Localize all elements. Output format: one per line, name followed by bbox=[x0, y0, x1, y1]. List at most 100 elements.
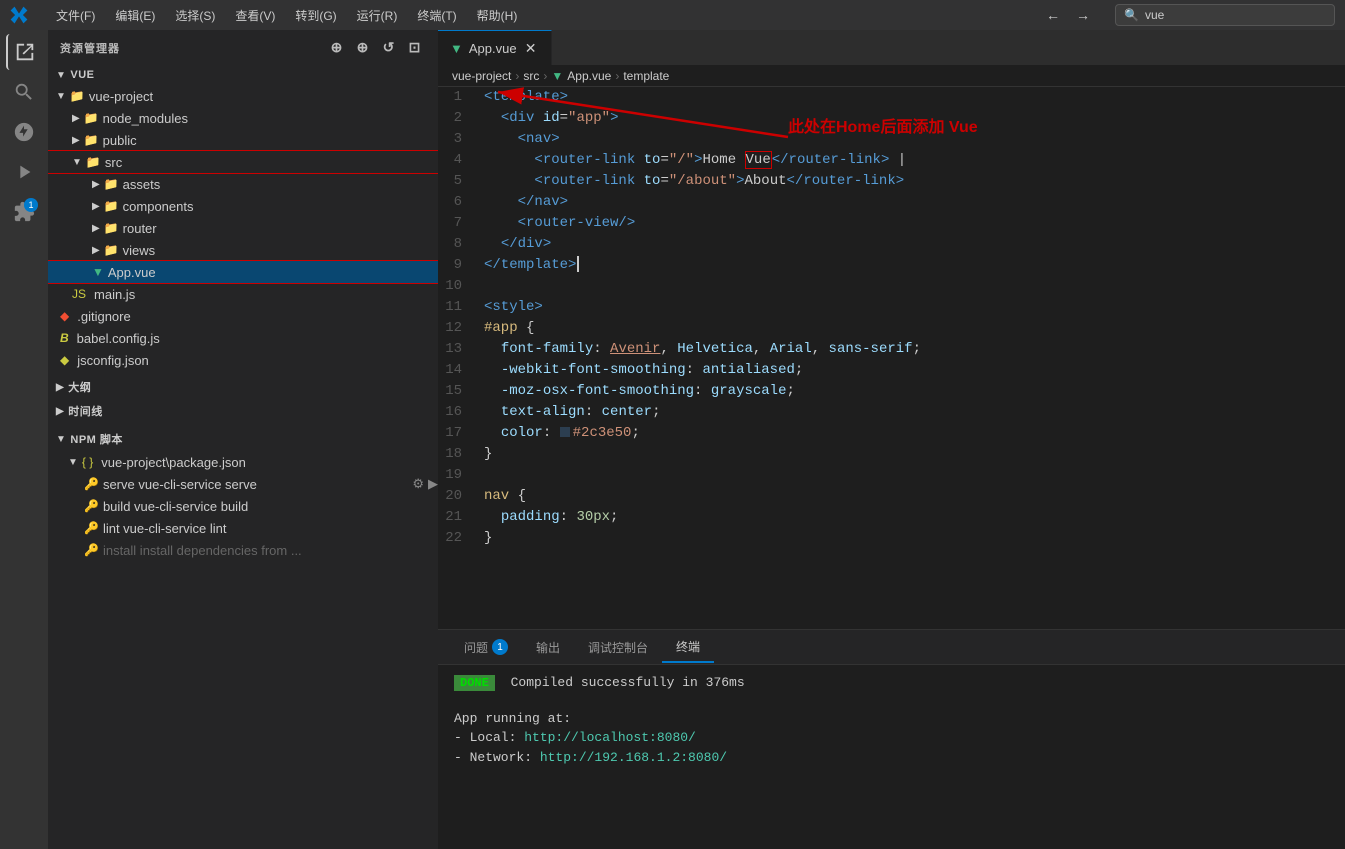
code-line-3: 3 <nav> bbox=[438, 129, 1345, 150]
vue-label: VUE bbox=[70, 69, 94, 81]
braces-icon: { } bbox=[82, 455, 93, 469]
problems-label: 问题 bbox=[464, 639, 488, 656]
line-content-1: <template> bbox=[478, 87, 1345, 108]
line-content-9: </template> bbox=[478, 255, 1345, 276]
activity-extensions[interactable]: 1 bbox=[6, 194, 42, 230]
new-folder-icon[interactable]: ⊕ bbox=[352, 37, 374, 59]
breadcrumb: vue-project › src › ▼ App.vue › template bbox=[438, 65, 1345, 87]
menu-help[interactable]: 帮助(H) bbox=[469, 5, 526, 26]
activity-git[interactable] bbox=[6, 114, 42, 150]
tree-components[interactable]: ▶ 📁 components bbox=[48, 195, 438, 217]
line-num-8: 8 bbox=[438, 234, 478, 255]
gitignore-label: .gitignore bbox=[77, 309, 130, 324]
section-npm[interactable]: ▼ NPM 脚本 bbox=[48, 427, 438, 451]
tree-src[interactable]: ▼ 📁 src bbox=[48, 151, 438, 173]
section-outline[interactable]: ▶ 大纲 bbox=[48, 375, 438, 399]
refresh-icon[interactable]: ↺ bbox=[378, 37, 400, 59]
tree-install[interactable]: 🔑 install install dependencies from ... bbox=[48, 539, 438, 561]
menu-goto[interactable]: 转到(G) bbox=[287, 5, 344, 26]
tab-problems[interactable]: 问题 1 bbox=[450, 633, 522, 662]
menu-view[interactable]: 查看(V) bbox=[227, 5, 283, 26]
tree-jsconfig[interactable]: ◆ jsconfig.json bbox=[48, 349, 438, 371]
tree-vue-project[interactable]: ▼ 📁 vue-project bbox=[48, 85, 438, 107]
tree-router[interactable]: ▶ 📁 router bbox=[48, 217, 438, 239]
tree-main-js[interactable]: JS main.js bbox=[48, 283, 438, 305]
tab-output[interactable]: 输出 bbox=[522, 633, 574, 662]
serve-gear-icon[interactable]: ⚙ bbox=[412, 476, 424, 492]
code-line-18: 18 } bbox=[438, 444, 1345, 465]
code-line-13: 13 font-family: Avenir, Helvetica, Arial… bbox=[438, 339, 1345, 360]
project-chevron: ▼ bbox=[56, 91, 66, 102]
terminal-local-line: - Local: http://localhost:8080/ bbox=[454, 728, 1329, 748]
line-content-10 bbox=[478, 276, 1345, 297]
menu-run[interactable]: 运行(R) bbox=[349, 5, 406, 26]
collapse-icon[interactable]: ⊡ bbox=[404, 37, 426, 59]
nav-forward-button[interactable]: → bbox=[1071, 3, 1095, 27]
tree-public[interactable]: ▶ 📁 public bbox=[48, 129, 438, 151]
tree-serve[interactable]: 🔑 serve vue-cli-service serve ⚙ ▶ bbox=[48, 473, 438, 495]
menu-file[interactable]: 文件(F) bbox=[48, 5, 103, 26]
line-num-17: 17 bbox=[438, 423, 478, 444]
line-num-19: 19 bbox=[438, 465, 478, 486]
tree-babel[interactable]: B babel.config.js bbox=[48, 327, 438, 349]
menu-select[interactable]: 选择(S) bbox=[167, 5, 223, 26]
tree-views[interactable]: ▶ 📁 views bbox=[48, 239, 438, 261]
serve-run-icon[interactable]: ▶ bbox=[428, 476, 438, 492]
code-line-6: 6 </nav> bbox=[438, 192, 1345, 213]
line-num-6: 6 bbox=[438, 192, 478, 213]
network-url[interactable]: http://192.168.1.2:8080/ bbox=[540, 750, 727, 765]
components-label: components bbox=[123, 199, 194, 214]
router-label: router bbox=[123, 221, 157, 236]
folder-icon: 📁 bbox=[104, 177, 119, 191]
breadcrumb-project[interactable]: vue-project bbox=[452, 69, 511, 83]
app-running: App running at: bbox=[454, 711, 571, 726]
line-num-10: 10 bbox=[438, 276, 478, 297]
breadcrumb-src[interactable]: src bbox=[523, 69, 539, 83]
tab-debug-console[interactable]: 调试控制台 bbox=[574, 633, 662, 662]
breadcrumb-template[interactable]: template bbox=[623, 69, 669, 83]
tree-lint[interactable]: 🔑 lint vue-cli-service lint bbox=[48, 517, 438, 539]
tab-app-vue[interactable]: ▼ App.vue ✕ bbox=[438, 30, 552, 65]
compiled-msg: Compiled successfully in 376ms bbox=[511, 675, 745, 690]
main-layout: 1 资源管理器 ⊕ ⊕ ↺ ⊡ ▼ VUE ▼ 📁 vue-project bbox=[0, 30, 1345, 849]
new-file-icon[interactable]: ⊕ bbox=[326, 37, 348, 59]
breadcrumb-appvue[interactable]: App.vue bbox=[567, 69, 611, 83]
json-file-icon: ◆ bbox=[60, 353, 69, 367]
folder-icon: 📁 bbox=[104, 243, 119, 257]
search-box[interactable]: 🔍 vue bbox=[1115, 4, 1335, 26]
tree-node-modules[interactable]: ▶ 📁 node_modules bbox=[48, 107, 438, 129]
tree-gitignore[interactable]: ◆ .gitignore bbox=[48, 305, 438, 327]
menu-edit[interactable]: 编辑(E) bbox=[107, 5, 163, 26]
nav-back-button[interactable]: ← bbox=[1041, 3, 1065, 27]
code-line-8: 8 </div> bbox=[438, 234, 1345, 255]
line-num-22: 22 bbox=[438, 528, 478, 549]
tree-package-json[interactable]: ▼ { } vue-project\package.json bbox=[48, 451, 438, 473]
activity-explorer[interactable] bbox=[6, 34, 42, 70]
breadcrumb-sep1: › bbox=[515, 69, 519, 83]
section-vue[interactable]: ▼ VUE bbox=[48, 65, 438, 85]
code-editor[interactable]: 此处在Home后面添加 Vue 1 <template> 2 <div id="… bbox=[438, 87, 1345, 629]
code-line-1: 1 <template> bbox=[438, 87, 1345, 108]
tab-terminal[interactable]: 终端 bbox=[662, 632, 714, 663]
local-url[interactable]: http://localhost:8080/ bbox=[524, 730, 696, 745]
git-file-icon: ◆ bbox=[60, 309, 69, 323]
tab-close-button[interactable]: ✕ bbox=[523, 40, 539, 56]
terminal-running-line: App running at: bbox=[454, 709, 1329, 729]
tree-build[interactable]: 🔑 build vue-cli-service build bbox=[48, 495, 438, 517]
code-line-22: 22 } bbox=[438, 528, 1345, 549]
line-num-14: 14 bbox=[438, 360, 478, 381]
line-num-7: 7 bbox=[438, 213, 478, 234]
search-text: vue bbox=[1145, 8, 1164, 22]
code-line-16: 16 text-align: center; bbox=[438, 402, 1345, 423]
breadcrumb-sep3: › bbox=[615, 69, 619, 83]
activity-bar: 1 bbox=[0, 30, 48, 849]
activity-run[interactable] bbox=[6, 154, 42, 190]
section-timeline[interactable]: ▶ 时间线 bbox=[48, 399, 438, 423]
code-line-9: 9 </template> bbox=[438, 255, 1345, 276]
tree-assets[interactable]: ▶ 📁 assets bbox=[48, 173, 438, 195]
app-vue-label: App.vue bbox=[108, 265, 156, 280]
tree-app-vue[interactable]: ▼ App.vue bbox=[48, 261, 438, 283]
activity-search[interactable] bbox=[6, 74, 42, 110]
tab-label: App.vue bbox=[469, 41, 517, 56]
menu-terminal[interactable]: 终端(T) bbox=[409, 5, 464, 26]
